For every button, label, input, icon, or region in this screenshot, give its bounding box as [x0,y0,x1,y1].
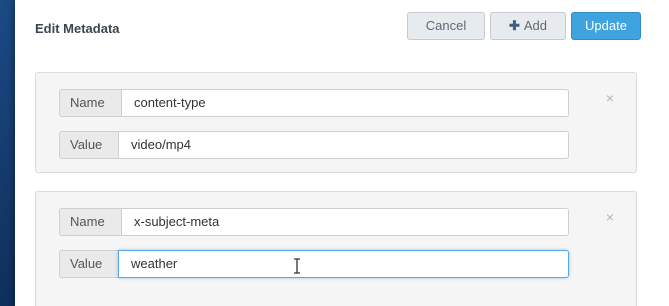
name-field: Name content-type [59,89,569,117]
name-input[interactable]: content-type [121,89,569,117]
name-field: Name x-subject-meta [59,208,569,236]
metadata-entry: Name x-subject-meta Value weather × [35,191,637,306]
plus-icon: ✚ [508,18,520,33]
value-field-label: Value [59,250,118,278]
name-field-label: Name [59,89,121,117]
metadata-entry: Name content-type Value video/mp4 × [35,72,637,173]
edit-metadata-dialog: Edit Metadata Cancel ✚ Add Update Name co… [15,0,669,306]
value-field: Value weather [59,250,569,278]
name-input[interactable]: x-subject-meta [121,208,569,236]
value-input[interactable]: weather [118,250,569,278]
name-field-label: Name [59,208,121,236]
value-field: Value video/mp4 [59,131,569,159]
value-input[interactable]: video/mp4 [118,131,569,159]
remove-entry-icon[interactable]: × [606,90,614,106]
remove-entry-icon[interactable]: × [606,209,614,225]
dialog-title: Edit Metadata [35,21,120,36]
add-button-label: Add [523,18,548,33]
cancel-button[interactable]: Cancel [407,12,485,40]
update-button[interactable]: Update [571,12,641,40]
text-cursor-icon [294,258,300,274]
add-button[interactable]: ✚ Add [490,12,566,40]
value-field-label: Value [59,131,118,159]
